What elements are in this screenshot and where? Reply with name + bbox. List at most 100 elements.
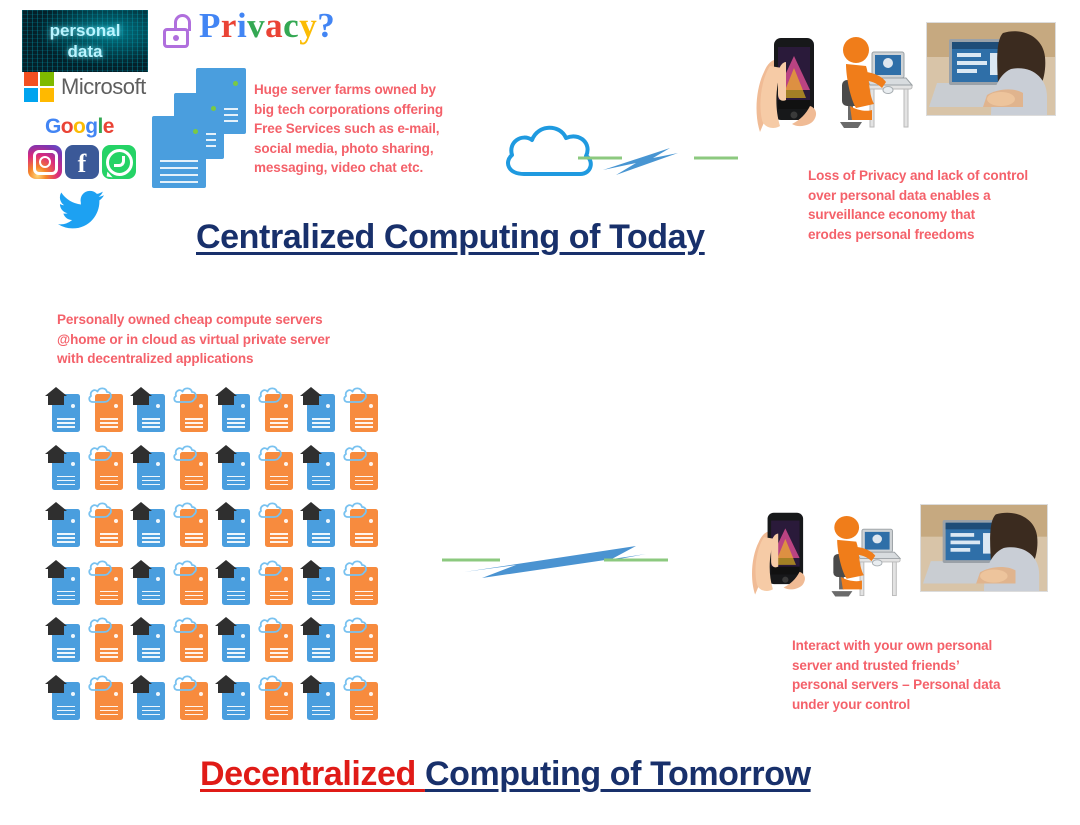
hand-holding-smartphone-photo — [748, 504, 812, 598]
cloud-server-node — [87, 444, 123, 490]
home-icon — [299, 501, 323, 521]
home-icon — [44, 501, 68, 521]
cloud-icon — [172, 616, 197, 636]
twitter-icon — [58, 190, 104, 229]
cloud-icon — [172, 444, 197, 464]
cloud-icon — [172, 386, 197, 406]
home-icon — [129, 386, 153, 406]
facebook-glyph: f — [77, 149, 87, 178]
microsoft-label: Microsoft — [61, 74, 146, 99]
home-icon — [129, 616, 153, 636]
home-server-node — [129, 501, 165, 547]
orange-figure-at-desk-illustration — [820, 508, 902, 600]
cloud-icon — [257, 616, 282, 636]
cloud-icon — [342, 386, 367, 406]
home-server-node — [44, 559, 80, 605]
home-icon — [44, 444, 68, 464]
home-icon — [44, 674, 68, 694]
cloud-icon — [342, 616, 367, 636]
cloud-server-node — [257, 501, 293, 547]
cloud-server-node — [342, 559, 378, 605]
cloud-icon — [172, 674, 197, 694]
home-server-node — [44, 444, 80, 490]
cloud-server-node — [257, 616, 293, 662]
home-server-node — [129, 559, 165, 605]
cloud-server-node — [342, 501, 378, 547]
server-icon — [152, 116, 206, 188]
personal-data-banner: personal data — [22, 10, 148, 72]
home-server-node — [129, 444, 165, 490]
home-icon — [214, 386, 238, 406]
instagram-icon — [28, 145, 62, 179]
home-server-node — [299, 386, 335, 432]
centralized-title: Centralized Computing of Today — [196, 218, 705, 257]
microsoft-squares-icon — [24, 72, 54, 102]
home-icon — [44, 386, 68, 406]
personal-data-line2: data — [67, 42, 103, 61]
cloud-server-node — [257, 559, 293, 605]
privacy-loss-caption: Loss of Privacy and lack of control over… — [808, 168, 1029, 242]
cloud-lightning-connector-top — [506, 125, 738, 176]
home-server-node — [299, 444, 335, 490]
cloud-server-node — [172, 559, 208, 605]
decentralized-title: Decentralized Computing of Tomorrow — [200, 755, 811, 794]
home-server-node — [214, 444, 250, 490]
google-logo: Google — [45, 115, 114, 138]
orange-figure-at-desk-illustration — [828, 28, 914, 132]
cloud-icon — [342, 674, 367, 694]
cloud-icon — [87, 674, 112, 694]
cloud-icon — [506, 125, 593, 176]
home-icon — [214, 674, 238, 694]
cloud-server-node — [257, 444, 293, 490]
cloud-icon — [257, 386, 282, 406]
home-icon — [214, 616, 238, 636]
interact-caption: Interact with your own personal server a… — [792, 638, 1001, 712]
home-server-node — [299, 674, 335, 720]
cloud-server-node — [87, 501, 123, 547]
open-padlock-icon — [163, 14, 191, 48]
facebook-icon: f — [65, 145, 99, 179]
home-icon — [129, 444, 153, 464]
cloud-server-node — [172, 386, 208, 432]
cloud-server-node — [342, 616, 378, 662]
home-server-node — [299, 501, 335, 547]
home-server-node — [44, 616, 80, 662]
hand-holding-smartphone-photo — [752, 28, 824, 136]
microsoft-logo: Microsoft — [24, 72, 146, 102]
home-icon — [299, 559, 323, 579]
home-icon — [44, 559, 68, 579]
home-server-node — [214, 559, 250, 605]
cloud-icon — [342, 559, 367, 579]
home-server-node — [299, 616, 335, 662]
centralized-title-text: Centralized Computing of Today — [196, 218, 705, 256]
man-using-laptop-photo — [926, 22, 1056, 116]
cloud-server-node — [257, 674, 293, 720]
cloud-server-node — [172, 444, 208, 490]
home-server-node — [44, 501, 80, 547]
cloud-server-node — [87, 616, 123, 662]
home-icon — [129, 674, 153, 694]
home-icon — [299, 444, 323, 464]
personal-data-line1: personal — [49, 21, 121, 40]
home-server-node — [44, 386, 80, 432]
cloud-server-node — [87, 674, 123, 720]
home-icon — [129, 559, 153, 579]
cloud-icon — [87, 444, 112, 464]
home-icon — [129, 501, 153, 521]
cloud-icon — [257, 501, 282, 521]
home-server-node — [214, 501, 250, 547]
home-icon — [299, 386, 323, 406]
home-icon — [299, 616, 323, 636]
cloud-icon — [172, 501, 197, 521]
home-icon — [214, 501, 238, 521]
home-icon — [299, 674, 323, 694]
cloud-server-node — [172, 674, 208, 720]
cloud-server-node — [87, 559, 123, 605]
cloud-server-node — [342, 674, 378, 720]
cloud-icon — [87, 616, 112, 636]
cloud-icon — [172, 559, 197, 579]
cloud-server-node — [342, 444, 378, 490]
home-server-node — [129, 674, 165, 720]
cloud-icon — [87, 501, 112, 521]
server-farm-caption: Huge server farms owned by big tech corp… — [254, 82, 444, 175]
